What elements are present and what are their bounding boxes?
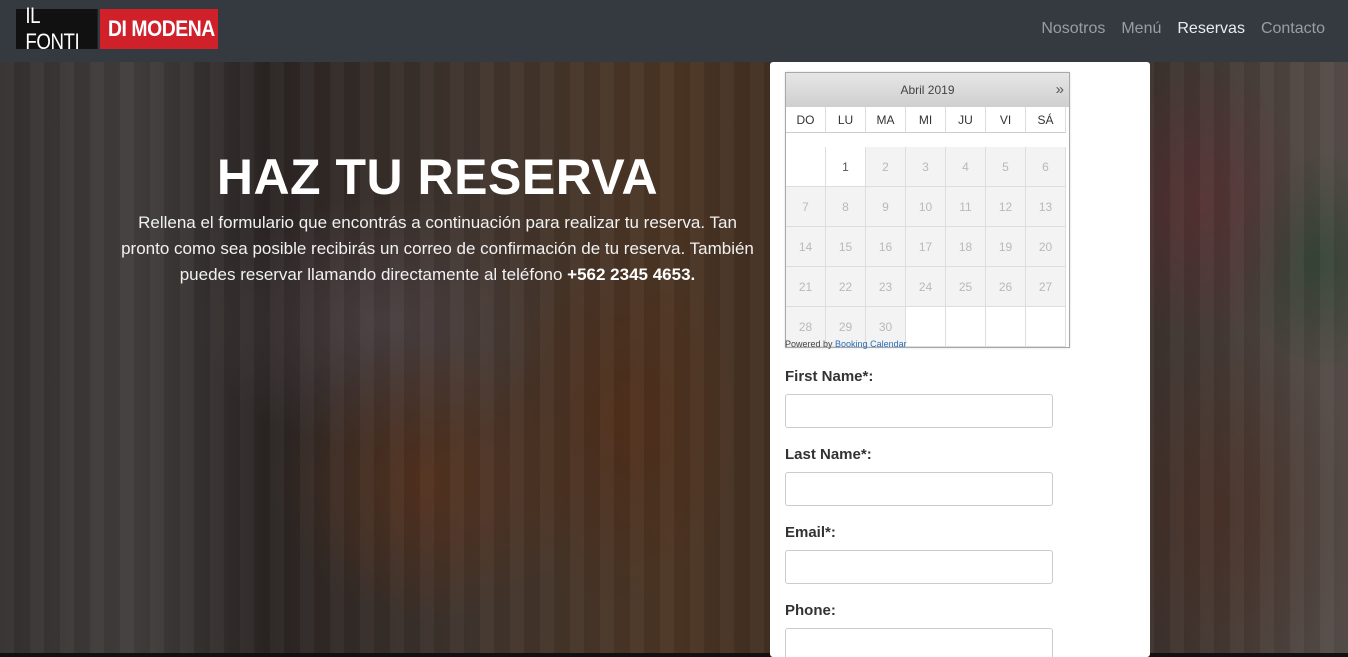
first-name-input[interactable]	[785, 394, 1053, 428]
calendar-day: 27	[1026, 267, 1066, 307]
calendar-day-empty	[786, 147, 826, 187]
calendar-weekday: MA	[866, 107, 906, 133]
brand-logo[interactable]: IL FONTI DI MODENA	[16, 3, 218, 54]
calendar-next-icon[interactable]: »	[1056, 81, 1064, 98]
nav-link-contacto[interactable]: Contacto	[1261, 20, 1325, 38]
calendar-weekday: JU	[946, 107, 986, 133]
email-label: Email*:	[785, 524, 836, 541]
powered-by-text: Powered by	[785, 339, 833, 349]
calendar-day: 16	[866, 227, 906, 267]
calendar-header: Abril 2019 »	[786, 73, 1069, 107]
calendar-day-empty	[946, 307, 986, 347]
calendar-day: 24	[906, 267, 946, 307]
calendar-day: 15	[826, 227, 866, 267]
reservation-form-panel: Abril 2019 » DO LU MA MI JU VI SÁ 1 2 3 4 5 6 7 8 9 10 11…	[770, 62, 1150, 657]
nav-link-reservas[interactable]: Reservas	[1177, 20, 1245, 38]
logo-part-1: IL FONTI	[16, 3, 98, 54]
navbar: IL FONTI DI MODENA Nosotros Menú Reserva…	[0, 0, 1348, 62]
calendar-grid: DO LU MA MI JU VI SÁ 1 2 3 4 5 6 7 8 9 10 11 12 13 14 15 16 17 1…	[786, 107, 1069, 347]
calendar-day: 17	[906, 227, 946, 267]
calendar-day-empty	[1026, 307, 1066, 347]
calendar-day: 18	[946, 227, 986, 267]
calendar-day: 7	[786, 187, 826, 227]
first-name-label: First Name*:	[785, 368, 874, 385]
logo-part-2: DI MODENA	[100, 9, 218, 49]
email-input[interactable]	[785, 550, 1053, 584]
calendar-day: 2	[866, 147, 906, 187]
calendar-day-empty	[986, 307, 1026, 347]
calendar-weekday: SÁ	[1026, 107, 1066, 133]
calendar-weekday: MI	[906, 107, 946, 133]
calendar-weekday: LU	[826, 107, 866, 133]
calendar-day: 25	[946, 267, 986, 307]
nav-link-nosotros[interactable]: Nosotros	[1041, 20, 1105, 38]
calendar-day: 21	[786, 267, 826, 307]
last-name-input[interactable]	[785, 472, 1053, 506]
calendar-day: 9	[866, 187, 906, 227]
calendar-weekday: DO	[786, 107, 826, 133]
calendar-day: 22	[826, 267, 866, 307]
calendar-day-empty	[906, 307, 946, 347]
calendar-day: 5	[986, 147, 1026, 187]
powered-by: Powered by Booking Calendar	[785, 339, 907, 349]
calendar-weekday: VI	[986, 107, 1026, 133]
calendar-day: 11	[946, 187, 986, 227]
logo-part-2-text: DI MODENA	[108, 16, 215, 41]
hero-title: HAZ TU RESERVA	[216, 149, 659, 205]
hero-description: Rellena el formulario que encontrás a co…	[120, 210, 755, 288]
last-name-label: Last Name*:	[785, 446, 872, 463]
nav-links: Nosotros Menú Reservas Contacto	[1041, 20, 1325, 38]
phone-input[interactable]	[785, 628, 1053, 657]
calendar-day: 26	[986, 267, 1026, 307]
calendar-day[interactable]: 1	[826, 147, 866, 187]
calendar-day: 14	[786, 227, 826, 267]
hero-phone: +562 2345 4653.	[567, 265, 696, 284]
calendar-month-label: Abril 2019	[900, 83, 955, 97]
calendar-day: 20	[1026, 227, 1066, 267]
booking-calendar-link[interactable]: Booking Calendar	[835, 339, 907, 349]
phone-label: Phone:	[785, 602, 836, 619]
nav-link-menu[interactable]: Menú	[1121, 20, 1161, 38]
calendar-day: 4	[946, 147, 986, 187]
calendar-day: 12	[986, 187, 1026, 227]
calendar-day: 19	[986, 227, 1026, 267]
calendar-day: 6	[1026, 147, 1066, 187]
booking-calendar: Abril 2019 » DO LU MA MI JU VI SÁ 1 2 3 4 5 6 7 8 9 10 11…	[785, 72, 1070, 348]
calendar-day: 10	[906, 187, 946, 227]
calendar-day: 3	[906, 147, 946, 187]
hero-text: HAZ TU RESERVA Rellena el formulario que…	[120, 150, 755, 288]
calendar-day: 23	[866, 267, 906, 307]
calendar-day: 13	[1026, 187, 1066, 227]
calendar-day: 8	[826, 187, 866, 227]
